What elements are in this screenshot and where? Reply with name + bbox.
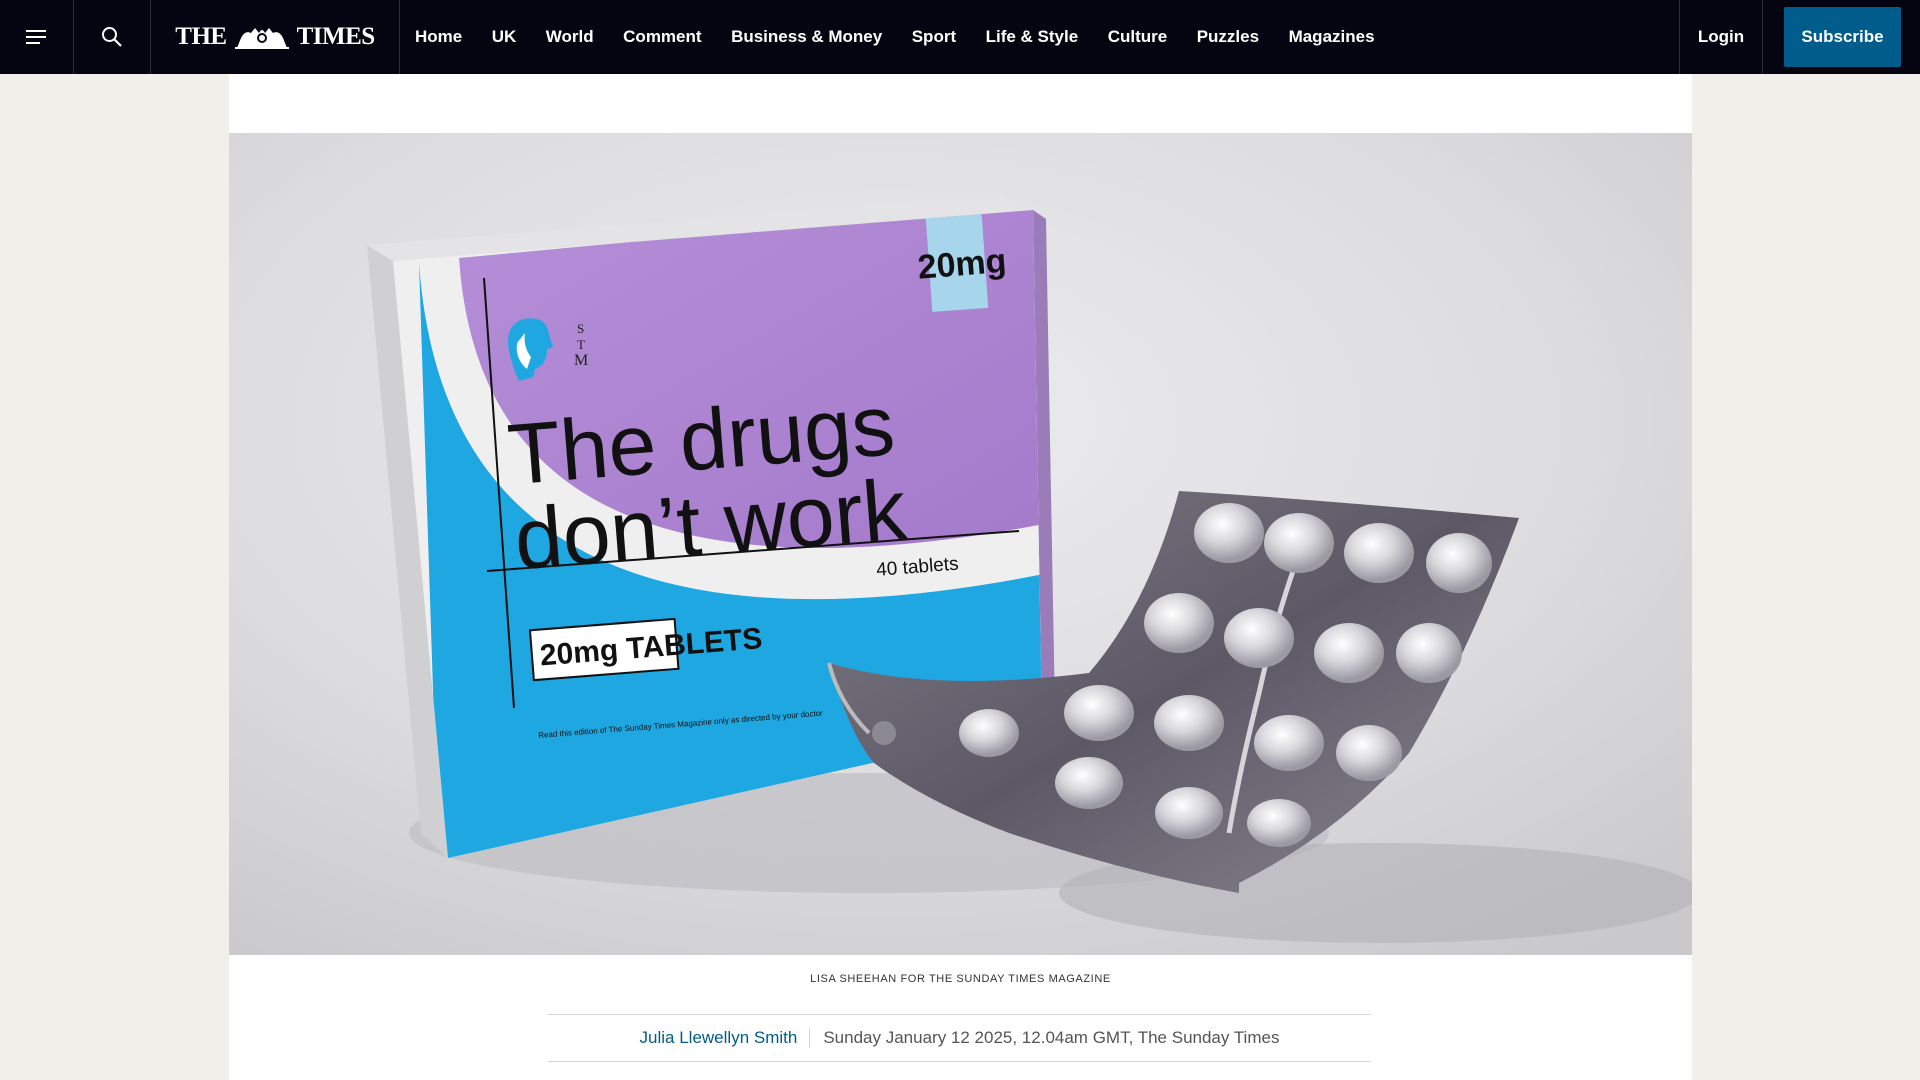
logo-text-times: TIMES xyxy=(296,23,376,50)
image-caption: LISA SHEEHAN FOR THE SUNDAY TIMES MAGAZI… xyxy=(810,973,1111,985)
top-navigation-bar: THE TIMES Home UK World Comment Business… xyxy=(0,0,1920,74)
author-link[interactable]: Julia Llewellyn Smith xyxy=(640,1028,810,1048)
strength-label: 20mg xyxy=(916,242,1008,287)
nav-magazines[interactable]: Magazines xyxy=(1289,27,1375,47)
nav-puzzles[interactable]: Puzzles xyxy=(1197,27,1259,47)
nav-world[interactable]: World xyxy=(546,27,594,47)
nav-business-money[interactable]: Business & Money xyxy=(731,27,882,47)
menu-icon xyxy=(25,30,46,44)
subscribe-button[interactable]: Subscribe xyxy=(1784,7,1901,67)
nav-comment[interactable]: Comment xyxy=(623,27,701,47)
nav-life-style[interactable]: Life & Style xyxy=(986,27,1079,47)
byline-divider xyxy=(809,1028,811,1048)
the-times-logo[interactable]: THE TIMES xyxy=(151,0,400,74)
login-button[interactable]: Login xyxy=(1679,0,1763,74)
svg-text:M: M xyxy=(574,352,588,369)
menu-button[interactable] xyxy=(0,0,74,74)
publish-dateline: Sunday January 12 2025, 12.04am GMT, The… xyxy=(823,1028,1280,1047)
coat-of-arms-icon xyxy=(234,28,289,49)
article-container: 20mg The drugs don’t work 40 tablets 20m… xyxy=(229,74,1692,1080)
svg-text:S: S xyxy=(577,321,584,336)
logo-text-the: THE xyxy=(175,23,227,50)
nav-sport[interactable]: Sport xyxy=(912,27,956,47)
hero-image: 20mg The drugs don’t work 40 tablets 20m… xyxy=(229,133,1692,955)
main-navigation: Home UK World Comment Business & Money S… xyxy=(400,0,1404,74)
svg-text:T: T xyxy=(577,337,585,352)
search-icon xyxy=(102,27,122,47)
search-button[interactable] xyxy=(74,0,151,74)
hero-illustration: 20mg The drugs don’t work 40 tablets 20m… xyxy=(229,133,1692,955)
nav-home[interactable]: Home xyxy=(415,27,462,47)
nav-culture[interactable]: Culture xyxy=(1108,27,1168,47)
byline: Julia Llewellyn Smith Sunday January 12 … xyxy=(548,1014,1371,1062)
nav-uk[interactable]: UK xyxy=(492,27,517,47)
